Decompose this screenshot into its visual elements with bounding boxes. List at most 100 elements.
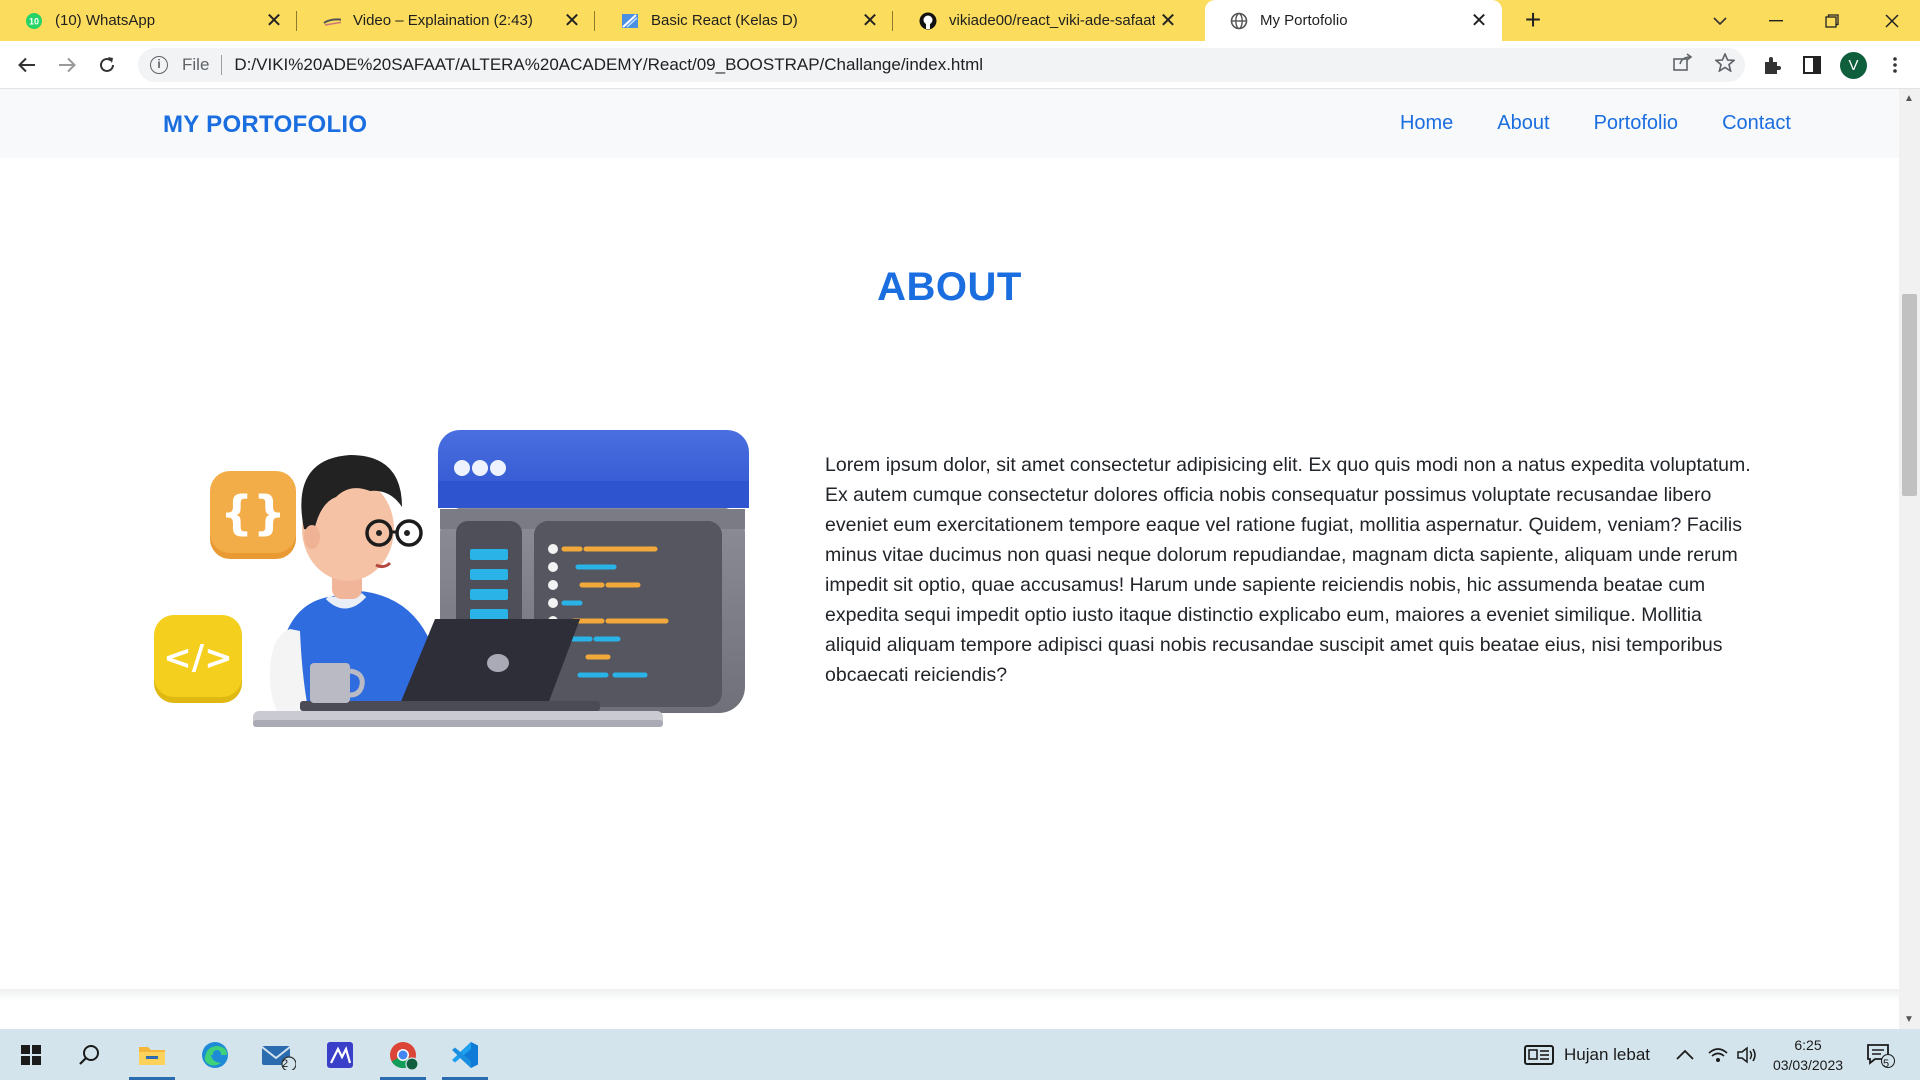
close-tab-icon[interactable]: ✕ <box>1155 8 1181 34</box>
classroom-icon <box>621 12 639 30</box>
notification-center-button[interactable]: 5 <box>1866 1029 1896 1080</box>
mail-icon <box>261 1045 296 1070</box>
windows-logo-icon <box>21 1044 41 1065</box>
restore-button[interactable] <box>1804 0 1860 41</box>
weather-widget[interactable]: Hujan lebat <box>1524 1029 1650 1080</box>
tab-basic-react[interactable]: Basic React (Kelas D) ✕ <box>596 0 893 41</box>
mail-badge: 2 <box>282 1058 289 1070</box>
address-bar[interactable]: i File D:/VIKI%20ADE%20SAFAAT/ALTERA%20A… <box>138 48 1745 82</box>
site-info-icon[interactable]: i <box>150 56 168 74</box>
reload-button[interactable] <box>92 50 122 80</box>
edge-icon <box>202 1041 228 1068</box>
close-tab-icon[interactable]: ✕ <box>857 8 883 34</box>
minimize-button[interactable] <box>1748 0 1804 41</box>
chevron-up-icon <box>1676 1049 1694 1060</box>
page-viewport: MY PORTOFOLIO Home About Portofolio Cont… <box>0 89 1899 1029</box>
folder-icon <box>139 1046 165 1065</box>
chrome-button[interactable] <box>374 1029 432 1080</box>
tab-my-portofolio[interactable]: My Portofolio ✕ <box>1205 0 1502 41</box>
edge-browser-button[interactable] <box>186 1029 244 1080</box>
svg-text:</>: </> <box>163 638 232 678</box>
close-tab-icon[interactable]: ✕ <box>261 8 287 34</box>
mail-button[interactable]: 2 <box>249 1029 307 1080</box>
about-paragraph: Lorem ipsum dolor, sit amet consectetur … <box>825 454 1751 686</box>
vscode-button[interactable] <box>436 1029 494 1080</box>
nav-link-portofolio[interactable]: Portofolio <box>1594 112 1679 135</box>
developer-illustration: {} </> <box>154 430 749 727</box>
tab-video[interactable]: Video – Explaination (2:43) ✕ <box>298 0 595 41</box>
vscode-icon <box>452 1041 478 1068</box>
page-scrollbar[interactable]: ▲ ▼ <box>1899 89 1920 1029</box>
tab-title: vikiade00/react_viki-ade-safaat <box>949 12 1155 29</box>
tab-whatsapp[interactable]: 10 (10) WhatsApp ✕ <box>0 0 297 41</box>
file-explorer-button[interactable] <box>123 1029 181 1080</box>
url-scheme: File <box>182 55 210 74</box>
close-tab-icon[interactable]: ✕ <box>559 8 585 34</box>
site-navbar: MY PORTOFOLIO Home About Portofolio Cont… <box>0 89 1899 158</box>
back-arrow-icon <box>18 57 35 73</box>
notification-badge: 5 <box>1883 1058 1890 1070</box>
svg-text:{}: {} <box>220 486 286 540</box>
forward-button[interactable] <box>52 50 82 80</box>
tab-search-chevron-icon[interactable] <box>1692 0 1748 41</box>
scroll-thumb[interactable] <box>1902 294 1917 496</box>
chrome-icon <box>390 1041 418 1070</box>
volume-button[interactable] <box>1736 1029 1758 1080</box>
tab-separator <box>892 11 893 31</box>
section-title: ABOUT <box>877 265 1022 309</box>
side-panel-icon <box>1803 56 1821 74</box>
reload-icon <box>100 57 114 72</box>
whatsapp-icon: 10 <box>25 12 43 30</box>
site-brand[interactable]: MY PORTOFOLIO <box>163 111 367 139</box>
github-icon <box>919 12 937 30</box>
tab-separator <box>296 11 297 31</box>
windows-taskbar: 2 Hujan lebat 6:25 03/03/2023 5 <box>0 1029 1920 1080</box>
share-icon[interactable] <box>1673 52 1693 78</box>
clock-date: 03/03/2023 <box>1772 1057 1844 1073</box>
tab-title: (10) WhatsApp <box>55 12 156 29</box>
system-clock[interactable]: 6:25 03/03/2023 <box>1768 1035 1848 1075</box>
tab-github[interactable]: vikiade00/react_viki-ade-safaat ✕ <box>894 0 1191 41</box>
url-divider <box>221 55 223 75</box>
wifi-icon <box>1708 1047 1728 1062</box>
close-tab-icon[interactable]: ✕ <box>1466 8 1492 34</box>
nav-link-contact[interactable]: Contact <box>1722 112 1791 135</box>
search-icon <box>79 1044 99 1065</box>
browser-toolbar: i File D:/VIKI%20ADE%20SAFAAT/ALTERA%20A… <box>0 41 1920 89</box>
scroll-down-arrow-icon[interactable]: ▼ <box>1904 1014 1914 1025</box>
search-button[interactable] <box>60 1029 118 1080</box>
weather-text: Hujan lebat <box>1564 1044 1651 1064</box>
video-icon <box>323 12 341 30</box>
clock-time: 6:25 <box>1794 1037 1822 1053</box>
nav-link-about[interactable]: About <box>1497 112 1549 135</box>
globe-icon <box>1230 12 1248 30</box>
extensions-button[interactable] <box>1757 50 1787 80</box>
nav-links: Home About Portofolio Contact <box>1400 112 1791 135</box>
new-tab-button[interactable]: + <box>1518 5 1548 35</box>
scroll-up-arrow-icon[interactable]: ▲ <box>1904 93 1914 104</box>
back-button[interactable] <box>12 50 42 80</box>
tab-title: Video – Explaination (2:43) <box>353 12 533 29</box>
app-logo-icon <box>327 1041 353 1068</box>
tab-separator <box>594 11 595 31</box>
tab-strip: 10 (10) WhatsApp ✕ Video – Explaination … <box>0 0 1920 41</box>
forward-arrow-icon <box>59 57 76 73</box>
section-divider <box>0 989 1899 1001</box>
url-text[interactable]: D:/VIKI%20ADE%20SAFAAT/ALTERA%20ACADEMY/… <box>234 55 983 75</box>
start-button[interactable] <box>2 1029 60 1080</box>
tab-title: My Portofolio <box>1260 12 1348 29</box>
app-button[interactable] <box>311 1029 369 1080</box>
profile-avatar[interactable]: V <box>1840 52 1867 79</box>
svg-text:10: 10 <box>29 16 39 26</box>
close-window-button[interactable] <box>1864 0 1920 41</box>
puzzle-icon <box>1765 57 1781 74</box>
bookmark-star-icon[interactable] <box>1713 51 1737 78</box>
tab-title: Basic React (Kelas D) <box>651 12 798 29</box>
news-weather-icon <box>1524 1044 1554 1065</box>
menu-kebab-icon[interactable] <box>1880 50 1910 80</box>
nav-link-home[interactable]: Home <box>1400 112 1453 135</box>
side-panel-button[interactable] <box>1797 50 1827 80</box>
speaker-icon <box>1737 1045 1756 1064</box>
network-button[interactable] <box>1707 1029 1729 1080</box>
show-hidden-icons-button[interactable] <box>1676 1029 1694 1080</box>
